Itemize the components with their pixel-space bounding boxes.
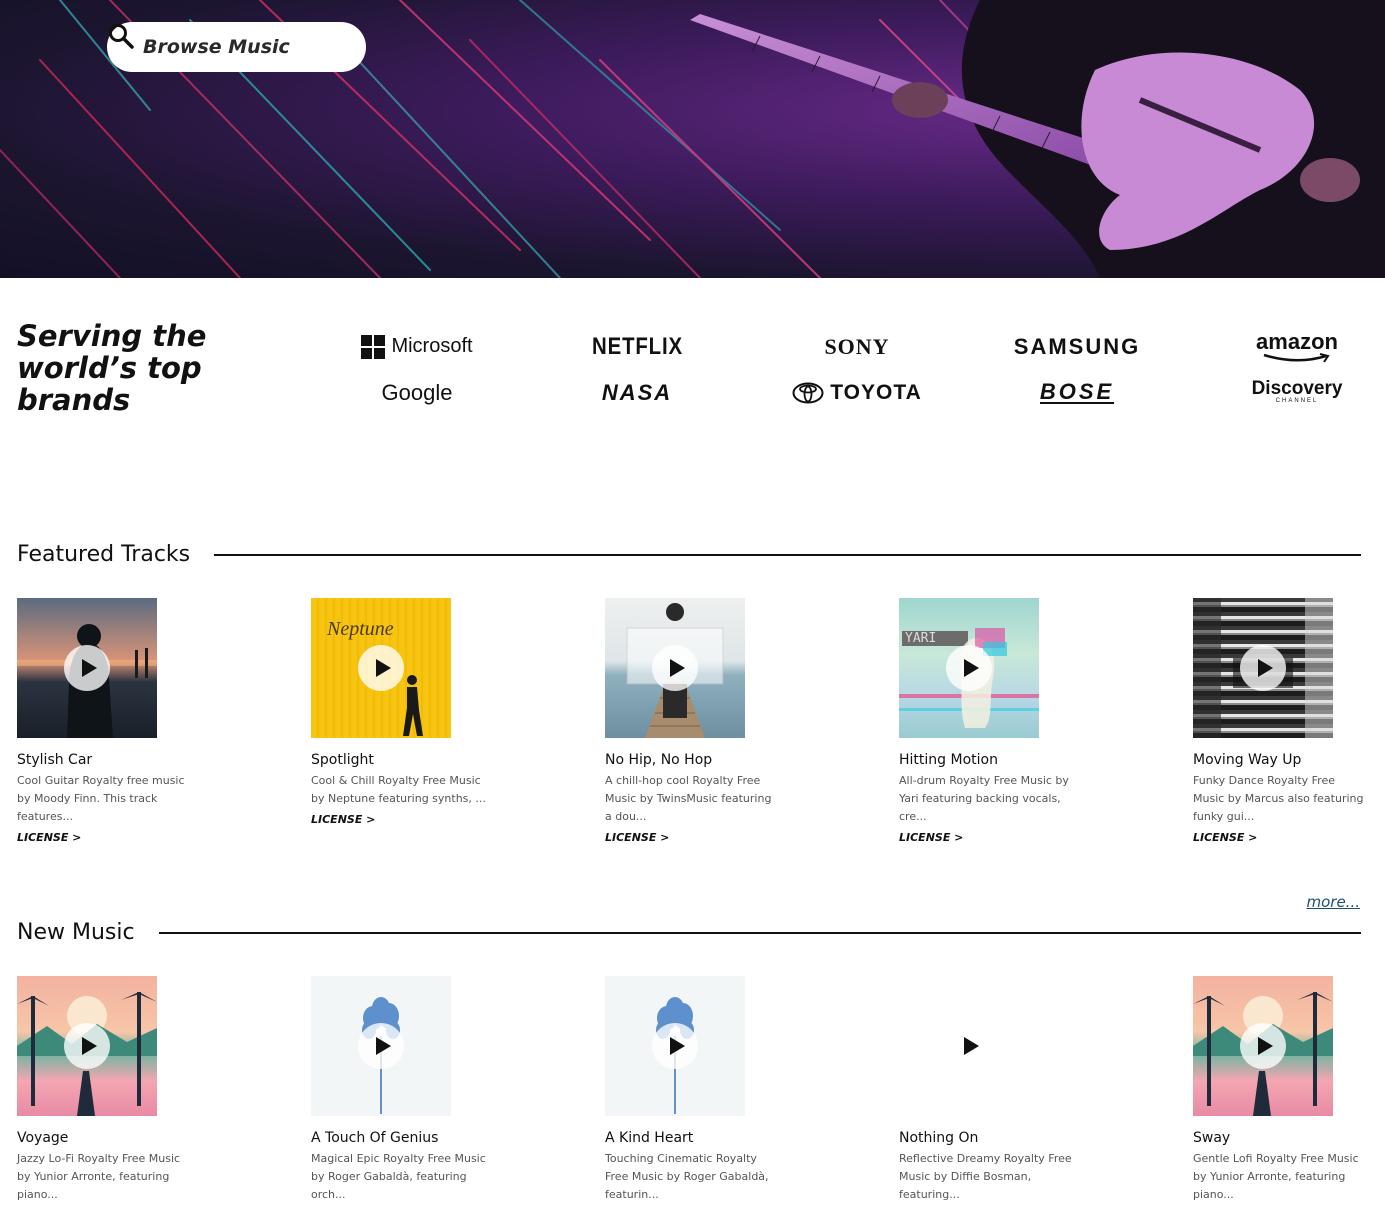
track-card: Moving Way Up Funky Dance Royalty Free M… <box>1193 598 1369 847</box>
track-artwork[interactable]: Neptune <box>311 598 451 738</box>
track-description: Gentle Lofi Royalty Free Music by Yunior… <box>1193 1152 1359 1201</box>
toyota-logo: TOYOTA <box>747 374 967 411</box>
play-button[interactable] <box>946 645 992 691</box>
play-button[interactable] <box>358 1023 404 1069</box>
license-link[interactable]: LICENSE > <box>1193 829 1257 847</box>
license-link[interactable]: LICENSE > <box>899 829 963 847</box>
toyota-emblem-icon <box>792 382 824 403</box>
amazon-logo-text: amazon <box>1256 328 1338 354</box>
microsoft-windows-icon <box>361 334 386 359</box>
microsoft-logo: Microsoft <box>307 328 527 365</box>
sony-logo: SONY <box>747 328 967 365</box>
license-link[interactable]: LICENSE > <box>311 811 375 829</box>
track-title[interactable]: No Hip, No Hop <box>605 752 781 768</box>
hero-banner: Browse Music <box>0 0 1385 278</box>
discovery-logo: Discovery CHANNEL <box>1187 374 1385 411</box>
license-link[interactable]: LICENSE > <box>605 829 669 847</box>
more-link[interactable]: more... <box>1307 893 1361 911</box>
track-title[interactable]: Hitting Motion <box>899 752 1075 768</box>
track-card: Sway Gentle Lofi Royalty Free Music by Y… <box>1193 976 1369 1204</box>
track-title[interactable]: Spotlight <box>311 752 487 768</box>
bose-logo-text: BOSE <box>1039 378 1115 404</box>
track-card: Nothing On Reflective Dreamy Royalty Fre… <box>899 976 1075 1204</box>
track-card: Neptune Spotlight Cool & Chill Royalty F… <box>311 598 487 829</box>
track-artwork[interactable]: YARI <box>899 598 1039 738</box>
track-card: A Kind Heart Touching Cinematic Royalty … <box>605 976 781 1204</box>
discovery-logo-subtext: CHANNEL <box>1275 398 1319 404</box>
section-divider <box>158 931 1361 934</box>
track-artwork[interactable] <box>605 976 745 1116</box>
brands-heading-line: brands <box>17 383 131 417</box>
track-card: Stylish Car Cool Guitar Royalty free mus… <box>17 598 193 847</box>
track-title[interactable]: A Kind Heart <box>605 1130 781 1146</box>
play-button[interactable] <box>358 645 404 691</box>
track-title[interactable]: Sway <box>1193 1130 1369 1146</box>
license-link[interactable]: LICENSE > <box>17 829 81 847</box>
track-title[interactable]: Moving Way Up <box>1193 752 1369 768</box>
featured-tracks-title: Featured Tracks <box>17 542 191 567</box>
track-artwork[interactable] <box>605 598 745 738</box>
track-card: Voyage Jazzy Lo-Fi Royalty Free Music by… <box>17 976 193 1204</box>
netflix-logo-text: NETFLIX <box>591 332 683 360</box>
new-music-grid: Voyage Jazzy Lo-Fi Royalty Free Music by… <box>17 976 1367 1226</box>
microsoft-logo-text: Microsoft <box>391 335 473 357</box>
play-button[interactable] <box>1240 1023 1286 1069</box>
track-artwork[interactable] <box>1193 976 1333 1116</box>
amazon-smile-icon <box>1263 352 1330 363</box>
samsung-logo-text: SAMSUNG <box>1013 333 1141 359</box>
netflix-logo: NETFLIX <box>527 328 747 365</box>
play-button[interactable] <box>652 645 698 691</box>
play-button[interactable] <box>652 1023 698 1069</box>
new-music-title: New Music <box>17 920 135 945</box>
brand-logos: Microsoft NETFLIX SONY SAMSUNG amazon Go… <box>307 328 1385 418</box>
track-description: Touching Cinematic Royalty Free Music by… <box>605 1152 769 1201</box>
new-music-header: New Music <box>17 920 1361 945</box>
track-description: All-drum Royalty Free Music by Yari feat… <box>899 774 1069 823</box>
track-description: Jazzy Lo-Fi Royalty Free Music by Yunior… <box>17 1152 181 1201</box>
track-title[interactable]: Nothing On <box>899 1130 1075 1146</box>
track-title[interactable]: Voyage <box>17 1130 193 1146</box>
brands-heading-line: Serving the <box>17 319 207 353</box>
play-button[interactable] <box>64 645 110 691</box>
toyota-logo-text: TOYOTA <box>830 380 922 404</box>
brands-heading: Serving the world’s top brands <box>17 320 277 416</box>
track-title[interactable]: Stylish Car <box>17 752 193 768</box>
track-artwork[interactable] <box>17 976 157 1116</box>
track-description: Cool Guitar Royalty free music by Moody … <box>17 774 185 823</box>
browse-music-button[interactable]: Browse Music <box>107 22 366 72</box>
track-description: Magical Epic Royalty Free Music by Roger… <box>311 1152 486 1201</box>
play-button[interactable] <box>946 1023 992 1069</box>
track-description: Cool & Chill Royalty Free Music by Neptu… <box>311 774 486 805</box>
discovery-logo-text: Discovery <box>1251 378 1343 399</box>
nasa-logo: NASA <box>527 374 747 411</box>
sony-logo-text: SONY <box>824 333 890 359</box>
track-description: A chill-hop cool Royalty Free Music by T… <box>605 774 772 823</box>
browse-music-label: Browse Music <box>143 36 290 58</box>
track-description: Reflective Dreamy Royalty Free Music by … <box>899 1152 1072 1201</box>
google-logo-text: Google <box>381 379 453 405</box>
track-artwork[interactable] <box>17 598 157 738</box>
track-artwork[interactable] <box>1193 598 1333 738</box>
track-title[interactable]: A Touch Of Genius <box>311 1130 487 1146</box>
brands-heading-line: world’s top <box>17 351 202 385</box>
track-artwork[interactable] <box>899 976 1039 1116</box>
track-card: YARI Hitting Motion All-drum Royalty Fre… <box>899 598 1075 847</box>
amazon-logo: amazon <box>1187 328 1385 365</box>
play-button[interactable] <box>1240 645 1286 691</box>
track-description: Funky Dance Royalty Free Music by Marcus… <box>1193 774 1364 823</box>
track-card: No Hip, No Hop A chill-hop cool Royalty … <box>605 598 781 847</box>
featured-tracks-grid: Stylish Car Cool Guitar Royalty free mus… <box>17 598 1367 848</box>
samsung-logo: SAMSUNG <box>967 328 1187 365</box>
search-icon <box>109 24 134 49</box>
nasa-logo-text: NASA <box>601 379 673 405</box>
google-logo: Google <box>307 374 527 411</box>
track-artwork[interactable] <box>311 976 451 1116</box>
section-divider <box>214 553 1361 556</box>
featured-tracks-header: Featured Tracks <box>17 542 1361 567</box>
play-button[interactable] <box>64 1023 110 1069</box>
bose-logo: BOSE <box>967 374 1187 411</box>
track-card: A Touch Of Genius Magical Epic Royalty F… <box>311 976 487 1204</box>
